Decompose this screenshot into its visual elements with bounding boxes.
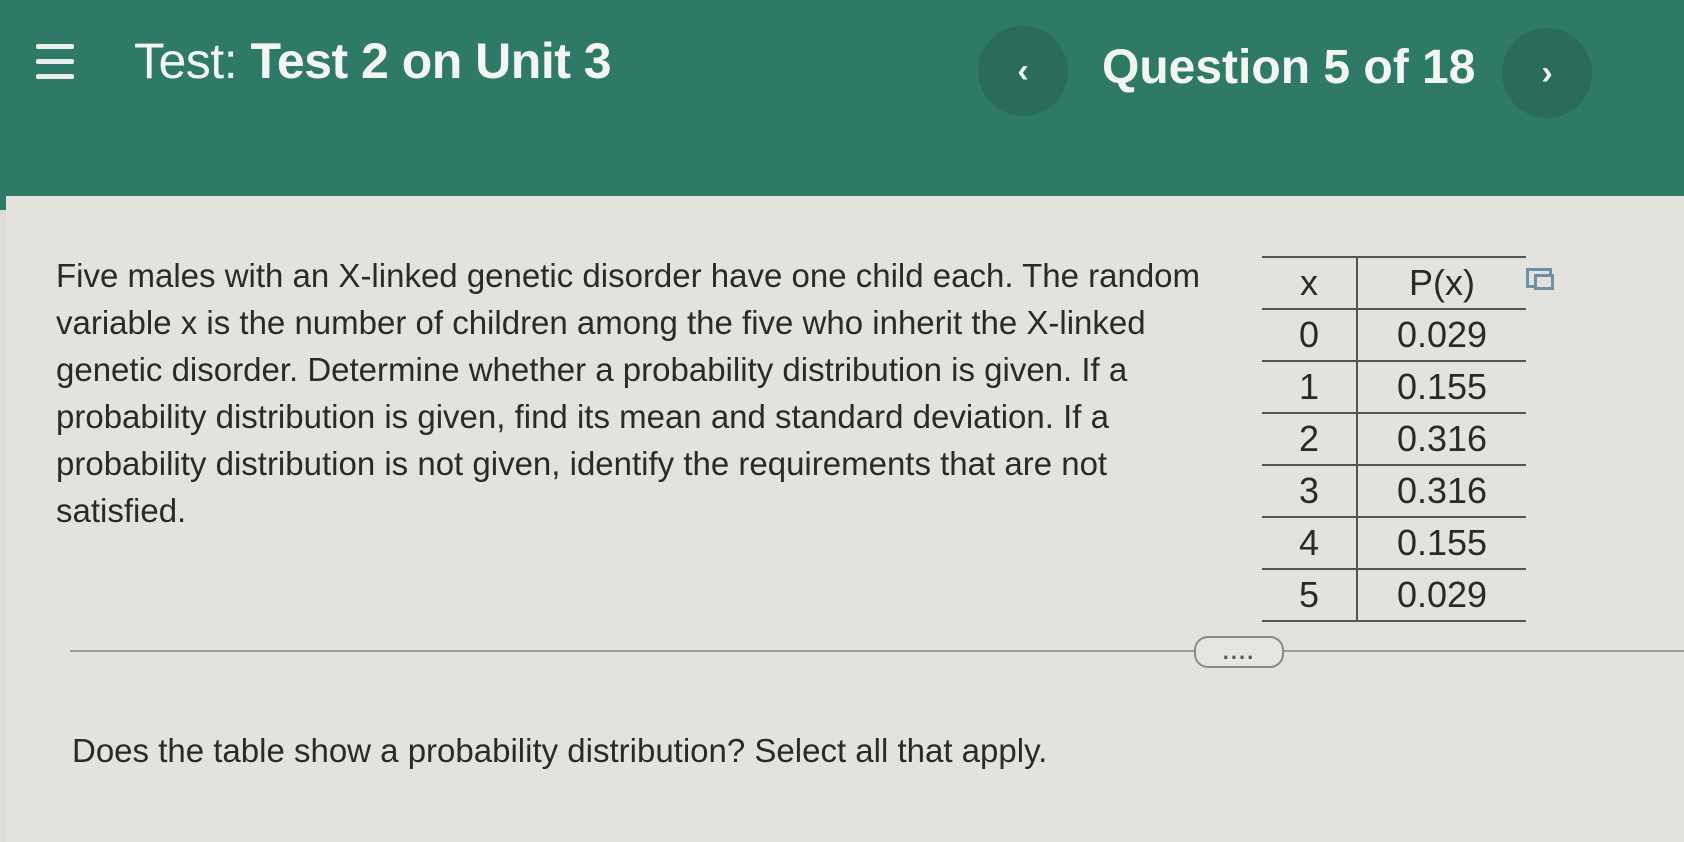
- hamburger-menu-icon[interactable]: [36, 44, 74, 80]
- expand-content-button[interactable]: ....: [1194, 636, 1284, 668]
- next-question-button[interactable]: ›: [1502, 28, 1592, 118]
- question-content: Five males with an X-linked genetic diso…: [6, 196, 1684, 842]
- column-header-px: P(x): [1357, 256, 1526, 310]
- header-bar: Test: Test 2 on Unit 3 ‹ Question 5 of 1…: [0, 0, 1684, 210]
- cell-px: 0.029: [1357, 309, 1526, 362]
- cell-x: 4: [1262, 517, 1358, 570]
- section-divider: [70, 650, 1684, 652]
- probability-distribution-table: x P(x) 0 0.029 1 0.155 2 0.316 3 0.316 4: [1262, 256, 1526, 622]
- cell-x: 5: [1262, 569, 1358, 622]
- copy-table-icon[interactable]: [1526, 268, 1554, 290]
- previous-question-button[interactable]: ‹: [978, 26, 1068, 116]
- cell-x: 3: [1262, 465, 1358, 518]
- cell-x: 1: [1262, 361, 1358, 414]
- table-row: 4 0.155: [1262, 517, 1526, 570]
- test-title-prefix: Test:: [134, 33, 238, 89]
- question-prompt: Does the table show a probability distri…: [72, 732, 1048, 769]
- cell-px: 0.316: [1357, 413, 1526, 466]
- cell-px: 0.155: [1357, 517, 1526, 570]
- cell-px: 0.155: [1357, 361, 1526, 414]
- table-row: 3 0.316: [1262, 465, 1526, 518]
- table-row: 5 0.029: [1262, 569, 1526, 622]
- chevron-right-icon: ›: [1541, 53, 1553, 92]
- problem-statement: Five males with an X-linked genetic diso…: [56, 257, 1201, 529]
- column-header-x: x: [1262, 256, 1358, 310]
- test-title-name: Test 2 on Unit 3: [250, 33, 612, 89]
- cell-x: 2: [1262, 413, 1358, 466]
- cell-px: 0.029: [1357, 569, 1526, 622]
- chevron-left-icon: ‹: [1017, 51, 1029, 90]
- table-header-row: x P(x): [1262, 256, 1526, 310]
- table-row: 0 0.029: [1262, 309, 1526, 362]
- test-title: Test: Test 2 on Unit 3: [134, 32, 612, 90]
- table-row: 2 0.316: [1262, 413, 1526, 466]
- cell-x: 0: [1262, 309, 1358, 362]
- question-counter: Question 5 of 18: [1102, 41, 1476, 94]
- table-row: 1 0.155: [1262, 361, 1526, 414]
- cell-px: 0.316: [1357, 465, 1526, 518]
